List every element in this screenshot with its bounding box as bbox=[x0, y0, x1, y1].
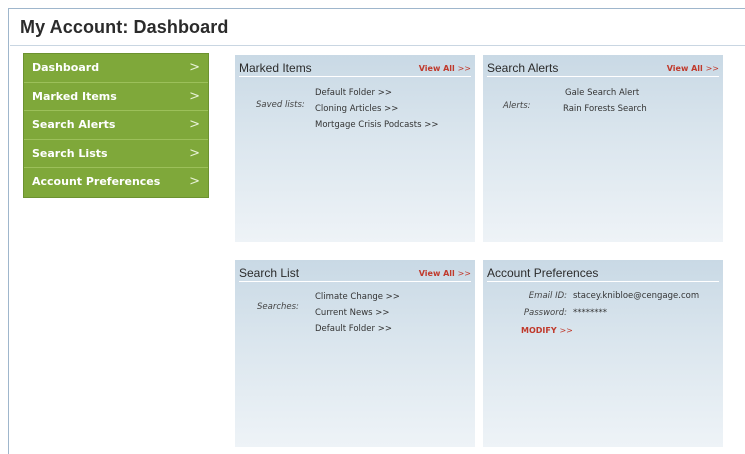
sidebar-nav: Dashboard > Marked Items > Search Alerts… bbox=[23, 53, 209, 198]
searches-list: Climate Change >> Current News >> Defaul… bbox=[315, 289, 400, 337]
double-chevron-icon: >> bbox=[705, 64, 719, 73]
search-link[interactable]: Current News >> bbox=[315, 305, 400, 321]
double-chevron-icon: >> bbox=[457, 64, 471, 73]
saved-list-link[interactable]: Mortgage Crisis Podcasts >> bbox=[315, 117, 438, 133]
password-row: Password: ******** bbox=[483, 308, 607, 318]
chevron-right-icon: > bbox=[189, 145, 200, 161]
chevron-right-icon: > bbox=[189, 174, 200, 190]
chevron-right-icon: > bbox=[189, 88, 200, 104]
panel-title: Search List bbox=[239, 266, 300, 280]
saved-list-link[interactable]: Cloning Articles >> bbox=[315, 101, 438, 117]
password-label: Password: bbox=[523, 308, 567, 318]
panel-header: Search List View All >> bbox=[239, 266, 471, 282]
saved-list-link[interactable]: Default Folder >> bbox=[315, 85, 438, 101]
modify-link[interactable]: MODIFY >> bbox=[521, 326, 573, 335]
email-row: Email ID: stacey.knibloe@cengage.com bbox=[483, 291, 699, 301]
dashboard-frame: My Account: Dashboard Dashboard > Marked… bbox=[8, 8, 745, 454]
panel-header: Search Alerts View All >> bbox=[487, 61, 719, 77]
email-value: stacey.knibloe@cengage.com bbox=[573, 291, 700, 301]
view-all-label: View All bbox=[418, 269, 455, 278]
sidebar-item-marked-items[interactable]: Marked Items > bbox=[24, 83, 208, 112]
panel-title: Marked Items bbox=[239, 61, 312, 75]
email-label: Email ID: bbox=[528, 291, 567, 301]
modify-label: MODIFY bbox=[521, 326, 557, 335]
view-all-link[interactable]: View All >> bbox=[419, 64, 471, 73]
view-all-link[interactable]: View All >> bbox=[667, 64, 719, 73]
search-list-panel: Search List View All >> Searches: Climat… bbox=[235, 260, 475, 447]
panel-title: Account Preferences bbox=[487, 266, 599, 280]
sidebar-item-account-preferences[interactable]: Account Preferences > bbox=[24, 168, 208, 197]
password-value: ******** bbox=[573, 308, 607, 318]
search-link[interactable]: Default Folder >> bbox=[315, 321, 400, 337]
marked-items-panel: Marked Items View All >> Saved lists: De… bbox=[235, 55, 475, 242]
searches-label: Searches: bbox=[257, 302, 299, 312]
sidebar-item-search-alerts[interactable]: Search Alerts > bbox=[24, 111, 208, 140]
search-link[interactable]: Climate Change >> bbox=[315, 289, 400, 305]
view-all-label: View All bbox=[666, 64, 703, 73]
sidebar-item-label: Search Lists bbox=[32, 146, 108, 160]
panel-header: Marked Items View All >> bbox=[239, 61, 471, 77]
double-chevron-icon: >> bbox=[457, 269, 471, 278]
alerts-list: Gale Search Alert Rain Forests Search bbox=[563, 85, 647, 117]
double-chevron-icon: >> bbox=[559, 326, 573, 335]
sidebar-item-search-lists[interactable]: Search Lists > bbox=[24, 140, 208, 169]
sidebar-item-label: Search Alerts bbox=[32, 118, 116, 132]
panel-title: Search Alerts bbox=[487, 61, 559, 75]
sidebar-item-label: Dashboard bbox=[32, 61, 100, 74]
view-all-link[interactable]: View All >> bbox=[419, 269, 471, 278]
alert-link[interactable]: Rain Forests Search bbox=[563, 101, 647, 117]
alerts-label: Alerts: bbox=[503, 101, 531, 111]
account-preferences-panel: Account Preferences Email ID: stacey.knib… bbox=[483, 260, 723, 447]
saved-lists: Default Folder >> Cloning Articles >> Mo… bbox=[315, 85, 438, 133]
sidebar-item-label: Account Preferences bbox=[32, 175, 161, 189]
chevron-right-icon: > bbox=[189, 60, 200, 75]
search-alerts-panel: Search Alerts View All >> Alerts: Gale S… bbox=[483, 55, 723, 242]
sidebar-item-dashboard[interactable]: Dashboard > bbox=[24, 54, 208, 83]
saved-lists-label: Saved lists: bbox=[256, 100, 305, 110]
chevron-right-icon: > bbox=[189, 117, 200, 133]
page-title: My Account: Dashboard bbox=[20, 17, 229, 37]
panel-header: Account Preferences bbox=[487, 266, 719, 282]
sidebar-item-label: Marked Items bbox=[32, 89, 117, 103]
view-all-label: View All bbox=[418, 64, 455, 73]
alert-link[interactable]: Gale Search Alert bbox=[563, 85, 647, 101]
title-divider bbox=[10, 45, 745, 46]
